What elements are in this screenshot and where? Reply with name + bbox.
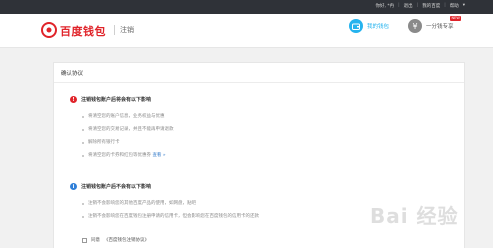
watermark: Bai 经验: [370, 204, 459, 228]
baidu-wallet-logo-icon[interactable]: [41, 22, 57, 38]
agree-label: 同意: [91, 238, 100, 243]
unaffected-list: 注销不会影响您的其他百度产品的使用，如网盘，贴吧 注销不会影响您在百度钱包注册申…: [82, 201, 259, 227]
list-item: 将清空您的账户信息，业务权益与优惠: [82, 114, 174, 127]
nav-one-cent-label: 一分钱专享: [426, 24, 454, 30]
coin-icon: ¥: [408, 19, 422, 33]
view-more-link[interactable]: 查看 »: [152, 153, 165, 158]
list-item: 将清空您的交易记录，并且不能再申请退款: [82, 127, 174, 140]
brand-name[interactable]: 百度钱包: [60, 23, 106, 39]
new-badge: NEW: [450, 16, 462, 21]
greeting-text: 你好, *冉: [375, 4, 395, 9]
page-subtitle: 注销: [120, 26, 134, 34]
header: 百度钱包 注销 我的钱包 ¥ 一分钱专享 NEW: [0, 14, 493, 48]
logout-link[interactable]: 退出: [404, 3, 413, 9]
section-affected-heading: ! 注销钱包账户后将会有以下影响: [70, 96, 151, 103]
list-item: 注销不会影响您在百度钱包注册申请的信用卡，但会影响您在百度钱包的信用卡的还款: [82, 214, 259, 227]
list-item: 解除所有银行卡: [82, 140, 174, 153]
agree-checkbox[interactable]: [82, 237, 87, 243]
separator: |: [444, 3, 446, 8]
list-item: 注销不会影响您的其他百度产品的使用，如网盘，贴吧: [82, 201, 259, 214]
agree-row: 同意 《百度钱包注销协议》: [82, 237, 149, 243]
list-item-text: 将清空您的卡券和红包等优惠券: [88, 153, 151, 158]
nav-one-cent[interactable]: ¥ 一分钱专享: [408, 19, 454, 33]
my-baidu-link[interactable]: 我的百度: [422, 3, 440, 9]
list-item: 将清空您的卡券和红包等优惠券 查看 »: [82, 153, 174, 166]
separator: |: [398, 3, 400, 8]
nav-my-wallet[interactable]: 我的钱包: [349, 19, 389, 33]
wallet-icon: [349, 19, 363, 33]
top-bar: 你好, *冉 | 退出 | 我的百度 | 帮助 ▾: [0, 0, 493, 14]
topbar-links: 你好, *冉 | 退出 | 我的百度 | 帮助 ▾: [376, 3, 465, 9]
agreement-link[interactable]: 《百度钱包注销协议》: [104, 237, 149, 243]
affected-list: 将清空您的账户信息，业务权益与优惠 将清空您的交易记录，并且不能再申请退款 解除…: [82, 114, 174, 166]
nav-my-wallet-label: 我的钱包: [367, 24, 390, 30]
warning-icon: !: [70, 96, 77, 103]
divider: [54, 82, 464, 83]
section-affected-title: 注销钱包账户后将会有以下影响: [81, 97, 152, 103]
separator: |: [416, 3, 419, 8]
help-link[interactable]: 帮助: [450, 3, 459, 9]
brand-divider: [114, 25, 115, 35]
chevron-down-icon[interactable]: ▾: [463, 3, 465, 9]
section-unaffected-heading: i 注销钱包账户后不会有以下影响: [70, 183, 151, 190]
section-unaffected-title: 注销钱包账户后不会有以下影响: [81, 184, 152, 190]
panel-title: 确认协议: [61, 71, 84, 77]
info-icon: i: [70, 183, 77, 190]
